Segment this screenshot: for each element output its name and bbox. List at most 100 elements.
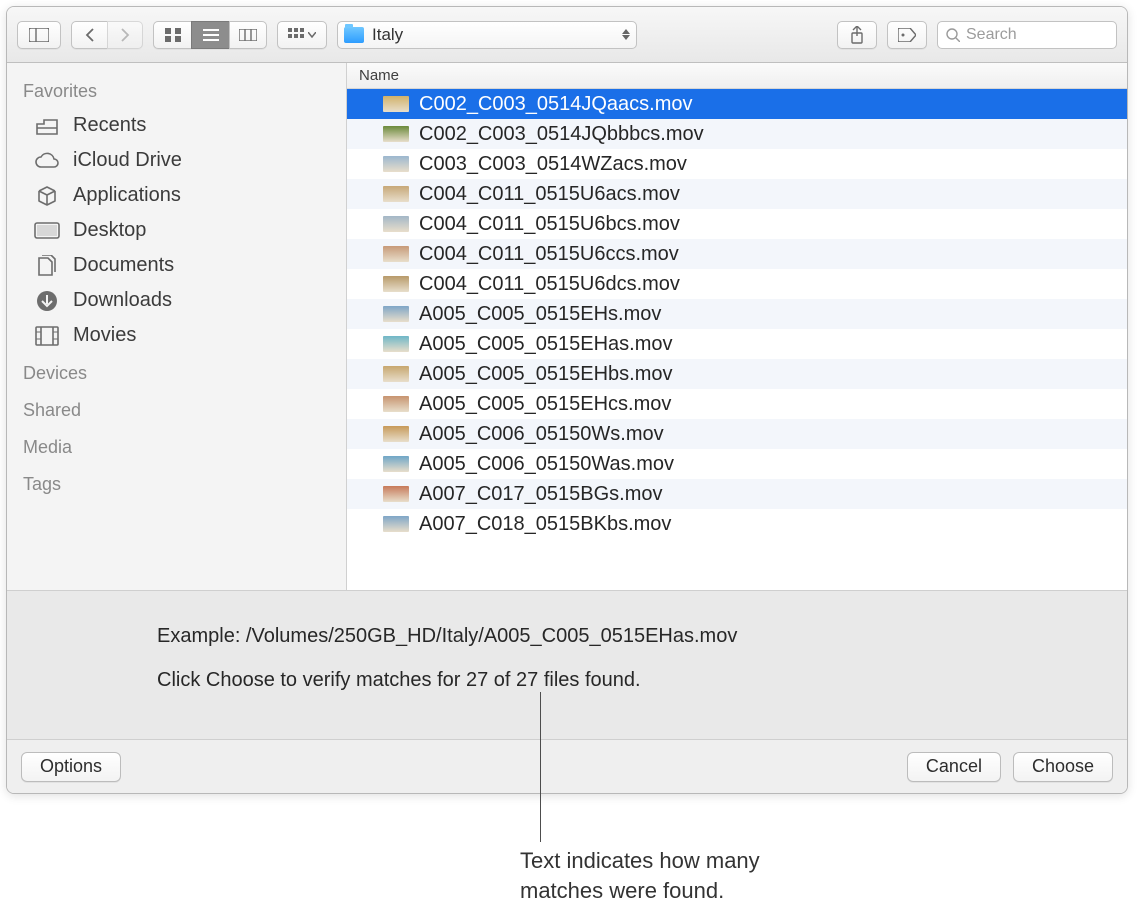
- file-thumbnail-icon: [383, 306, 409, 322]
- movies-icon: [33, 326, 61, 346]
- folder-icon: [344, 27, 364, 43]
- file-thumbnail-icon: [383, 126, 409, 142]
- toolbar: Italy Search: [7, 7, 1127, 63]
- options-button[interactable]: Options: [21, 752, 121, 782]
- file-name: C004_C011_0515U6ccs.mov: [419, 243, 679, 266]
- search-input[interactable]: Search: [937, 21, 1117, 49]
- file-thumbnail-icon: [383, 426, 409, 442]
- sidebar-item-movies[interactable]: Movies: [7, 318, 346, 353]
- file-name: C002_C003_0514JQbbbcs.mov: [419, 123, 704, 146]
- sidebar-item-label: Recents: [73, 114, 146, 137]
- sidebar-icon: [29, 28, 49, 42]
- file-row[interactable]: A005_C005_0515EHs.mov: [347, 299, 1127, 329]
- file-name: A007_C018_0515BKbs.mov: [419, 513, 671, 536]
- group-by-button[interactable]: [277, 21, 327, 49]
- share-icon: [850, 26, 864, 44]
- file-list[interactable]: C002_C003_0514JQaacs.mov C002_C003_0514JQ…: [347, 89, 1127, 590]
- file-thumbnail-icon: [383, 336, 409, 352]
- chevron-left-icon: [85, 28, 95, 42]
- icon-view-button[interactable]: [153, 21, 191, 49]
- example-path-text: Example: /Volumes/250GB_HD/Italy/A005_C0…: [157, 621, 1099, 651]
- file-row-partial: [347, 539, 1127, 553]
- file-row[interactable]: C004_C011_0515U6dcs.mov: [347, 269, 1127, 299]
- sidebar-item-desktop[interactable]: Desktop: [7, 213, 346, 248]
- sidebar-item-label: Documents: [73, 254, 174, 277]
- matches-text: Click Choose to verify matches for 27 of…: [157, 665, 1099, 695]
- file-thumbnail-icon: [383, 396, 409, 412]
- list-view-icon: [203, 29, 219, 41]
- file-row[interactable]: A005_C005_0515EHas.mov: [347, 329, 1127, 359]
- sidebar-section-shared: Shared: [7, 390, 346, 427]
- cloud-icon: [33, 152, 61, 170]
- file-name: C004_C011_0515U6bcs.mov: [419, 213, 680, 236]
- column-header-name[interactable]: Name: [347, 63, 1127, 89]
- file-thumbnail-icon: [383, 516, 409, 532]
- file-thumbnail-icon: [383, 96, 409, 112]
- choose-button[interactable]: Choose: [1013, 752, 1113, 782]
- documents-icon: [33, 255, 61, 277]
- sidebar-item-downloads[interactable]: Downloads: [7, 283, 346, 318]
- dialog-footer: Options Cancel Choose: [7, 739, 1127, 793]
- file-row[interactable]: C004_C011_0515U6ccs.mov: [347, 239, 1127, 269]
- file-row[interactable]: C004_C011_0515U6acs.mov: [347, 179, 1127, 209]
- sidebar-item-icloud-drive[interactable]: iCloud Drive: [7, 143, 346, 178]
- file-thumbnail-icon: [383, 156, 409, 172]
- icon-view-icon: [165, 28, 181, 42]
- list-view-button[interactable]: [191, 21, 229, 49]
- file-row[interactable]: C004_C011_0515U6bcs.mov: [347, 209, 1127, 239]
- dialog-body: Favorites Recents iCloud Drive Application…: [7, 63, 1127, 590]
- share-button[interactable]: [837, 21, 877, 49]
- file-row[interactable]: C002_C003_0514JQaacs.mov: [347, 89, 1127, 119]
- file-row[interactable]: A005_C005_0515EHcs.mov: [347, 389, 1127, 419]
- file-row[interactable]: A005_C005_0515EHbs.mov: [347, 359, 1127, 389]
- back-button[interactable]: [71, 21, 107, 49]
- file-thumbnail-icon: [383, 276, 409, 292]
- sidebar-item-label: Applications: [73, 184, 181, 207]
- applications-icon: [33, 185, 61, 207]
- sidebar-item-label: Movies: [73, 324, 136, 347]
- file-row[interactable]: A007_C018_0515BKbs.mov: [347, 509, 1127, 539]
- stepper-icon: [622, 29, 630, 40]
- sidebar-item-label: iCloud Drive: [73, 149, 182, 172]
- file-name: C003_C003_0514WZacs.mov: [419, 153, 687, 176]
- info-panel: Example: /Volumes/250GB_HD/Italy/A005_C0…: [7, 590, 1127, 739]
- chevron-right-icon: [120, 28, 130, 42]
- file-thumbnail-icon: [383, 246, 409, 262]
- file-row[interactable]: C003_C003_0514WZacs.mov: [347, 149, 1127, 179]
- folder-name: Italy: [372, 25, 403, 45]
- file-row[interactable]: A007_C017_0515BGs.mov: [347, 479, 1127, 509]
- tags-button[interactable]: [887, 21, 927, 49]
- sidebar-item-label: Desktop: [73, 219, 146, 242]
- folder-popup[interactable]: Italy: [337, 21, 637, 49]
- file-name: C004_C011_0515U6acs.mov: [419, 183, 680, 206]
- chevron-down-icon: [308, 32, 316, 38]
- file-name: A005_C005_0515EHs.mov: [419, 303, 661, 326]
- sidebar-section-devices: Devices: [7, 353, 346, 390]
- relink-dialog: Italy Search Favorites Recents iCloud Dri…: [6, 6, 1128, 794]
- file-thumbnail-icon: [383, 366, 409, 382]
- nav-buttons: [71, 21, 143, 49]
- file-pane: Name C002_C003_0514JQaacs.movC002_C003_0…: [347, 63, 1127, 590]
- sidebar-item-recents[interactable]: Recents: [7, 108, 346, 143]
- sidebar-item-documents[interactable]: Documents: [7, 248, 346, 283]
- sidebar-section-favorites: Favorites: [7, 71, 346, 108]
- search-icon: [946, 28, 960, 42]
- column-view-button[interactable]: [229, 21, 267, 49]
- callout-line: [540, 692, 541, 842]
- file-name: A005_C005_0515EHcs.mov: [419, 393, 671, 416]
- sidebar-item-label: Downloads: [73, 289, 172, 312]
- sidebar-toggle-button[interactable]: [17, 21, 61, 49]
- search-placeholder: Search: [966, 26, 1017, 44]
- sidebar-item-applications[interactable]: Applications: [7, 178, 346, 213]
- file-thumbnail-icon: [383, 216, 409, 232]
- forward-button[interactable]: [107, 21, 143, 49]
- sidebar-section-media: Media: [7, 427, 346, 464]
- group-icon: [288, 28, 304, 42]
- column-view-icon: [239, 29, 257, 41]
- file-row[interactable]: A005_C006_05150Ws.mov: [347, 419, 1127, 449]
- file-row[interactable]: A005_C006_05150Was.mov: [347, 449, 1127, 479]
- file-row[interactable]: C002_C003_0514JQbbbcs.mov: [347, 119, 1127, 149]
- sidebar-section-tags: Tags: [7, 464, 346, 501]
- file-name: A005_C006_05150Was.mov: [419, 453, 674, 476]
- cancel-button[interactable]: Cancel: [907, 752, 1001, 782]
